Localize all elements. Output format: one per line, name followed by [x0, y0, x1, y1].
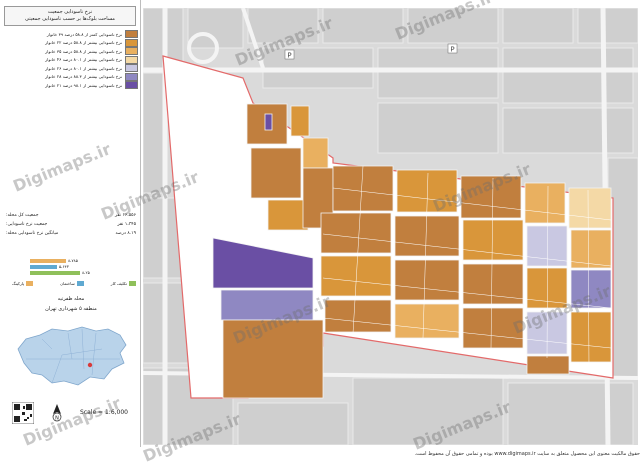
- legend-swatch: [125, 72, 138, 81]
- legend-swatch: [125, 47, 138, 56]
- stat-value: ۸.۱۹ درصد: [115, 231, 136, 236]
- stat-bars: ۸،۷۸۵ ۵،۶۴۳ ۸،۲۵: [30, 258, 110, 276]
- legend-item: نرخ ناسودایی بیشتر از ۵۸.۸ درصد ۲۲ خانوا…: [10, 38, 138, 48]
- map-title: نرخ ناسودایی جمعیت: [47, 9, 93, 15]
- scale-label: Scale = 1:6,000: [80, 409, 128, 416]
- legend-label: نرخ ناسودایی بیشتر از ۸۸.۳ درصد ۲۸ خانوا…: [45, 74, 122, 80]
- legend-swatch: [125, 64, 138, 73]
- map-view[interactable]: P P: [143, 8, 638, 445]
- bar-row: ۸،۷۸۵: [30, 258, 110, 263]
- legend-item: نرخ ناسودایی بیشتر از ۸۰.۱ درصد ۲۶ خانوا…: [10, 64, 138, 73]
- legend-swatch: [125, 30, 138, 39]
- stat-row: جمعیت کل محله: ۱۶،۵۵۶ نفر: [6, 213, 136, 222]
- bar-row: ۸،۲۵: [30, 270, 110, 275]
- legend-list: نرخ ناسودایی کمتر از ۵۸.۸ درصد ۳۹ خانوار…: [10, 30, 138, 90]
- type-label: تکلیف کار: [110, 281, 127, 286]
- bar-value: ۸،۲۵: [82, 270, 90, 275]
- copyright-text: حقوق مالکیت معنوی این محصول متعلق به سای…: [414, 451, 640, 457]
- legend-item: نرخ ناسودایی بیشتر از ۸۰.۱ درصد ۴۶ خانوا…: [10, 55, 138, 65]
- map-title-box: نرخ ناسودایی جمعیت مساحت بلوک‌ها بر حسب …: [4, 6, 136, 26]
- type-label: پارکینگ: [12, 281, 25, 286]
- legend-swatch: [125, 81, 138, 90]
- legend-item: نرخ ناسودایی بیشتر از ۵۸.۸ درصد ۳۵ خانوا…: [10, 47, 138, 56]
- legend-swatch: [125, 55, 138, 64]
- stat-bar: [30, 270, 80, 275]
- map-footer: N Scale = 1:6,000: [4, 398, 136, 442]
- legend-label: نرخ ناسودایی کمتر از ۵۸.۸ درصد ۳۹ خانوار: [46, 31, 122, 37]
- stat-bar: [30, 264, 57, 269]
- stats-block: جمعیت کل محله: ۱۶،۵۵۶ نفر جمعیت نرخ ناسود…: [6, 213, 136, 240]
- svg-text:P: P: [450, 46, 454, 54]
- stat-label: جمعیت نرخ ناسودایی:: [6, 222, 48, 227]
- stat-value: ۱۶،۵۵۶ نفر: [115, 213, 136, 218]
- legend-label: نرخ ناسودایی بیشتر از ۸۰.۱ درصد ۲۶ خانوا…: [45, 65, 122, 71]
- type-legend: تکلیف کار ساختمان پارکینگ: [12, 281, 136, 286]
- bar-row: ۵،۶۴۳: [30, 264, 110, 269]
- legend-item: نرخ ناسودایی بیشتر از ۸۸.۳ درصد ۲۸ خانوا…: [10, 72, 138, 82]
- legend-label: نرخ ناسودایی بیشتر از ۸۰.۱ درصد ۴۶ خانوا…: [45, 57, 122, 63]
- stat-row: جمعیت نرخ ناسودایی: ۱،۳۴۵ نفر: [6, 222, 136, 231]
- tehran-minimap: [12, 319, 132, 393]
- map-subtitle: مساحت بلوک‌ها بر حسب ناسودایی جمعیتی: [25, 16, 115, 22]
- stat-label: جمعیت کل محله:: [6, 213, 39, 218]
- legend-item: نرخ ناسودایی کمتر از ۵۸.۸ درصد ۳۹ خانوار: [10, 30, 138, 39]
- map-canvas: P P: [143, 8, 638, 445]
- type-swatch: [129, 281, 136, 286]
- bar-value: ۸،۷۸۵: [68, 258, 78, 263]
- svg-text:P: P: [287, 52, 291, 60]
- bar-value: ۵،۶۴۳: [59, 264, 69, 269]
- legend-label: نرخ ناسودایی بیشتر از ۵۸.۸ درصد ۳۵ خانوا…: [45, 48, 122, 54]
- type-item: پارکینگ: [12, 281, 34, 286]
- legend-item: نرخ ناسودایی بیشتر از ۹۸.۱ درصد ۲۱ خانوا…: [10, 81, 138, 90]
- type-label: ساختمان: [60, 281, 75, 286]
- legend-label: نرخ ناسودایی بیشتر از ۵۸.۸ درصد ۲۲ خانوا…: [45, 40, 122, 46]
- stat-bar: [30, 258, 66, 263]
- legend-label: نرخ ناسودایی بیشتر از ۹۸.۱ درصد ۲۱ خانوا…: [45, 82, 122, 88]
- stat-row: میانگین نرخ ناسودایی محله: ۸.۱۹ درصد: [6, 231, 136, 240]
- location-marker: [87, 362, 93, 368]
- stat-value: ۱،۳۴۵ نفر: [117, 222, 136, 227]
- type-item: ساختمان: [60, 281, 84, 286]
- type-item: تکلیف کار: [111, 281, 136, 286]
- north-arrow-icon: N: [52, 404, 62, 422]
- region-title: محله ظفرتیه: [57, 296, 85, 302]
- type-swatch: [26, 281, 34, 286]
- legend-swatch: [125, 38, 138, 47]
- svg-text:N: N: [55, 416, 59, 422]
- legend-panel: نرخ ناسودایی جمعیت مساحت بلوک‌ها بر حسب …: [0, 0, 141, 447]
- qr-code-icon: [12, 402, 34, 424]
- region-subtitle: منطقه ۵ شهرداری تهران: [45, 306, 97, 312]
- type-swatch: [76, 281, 84, 286]
- stat-label: میانگین نرخ ناسودایی محله:: [6, 231, 59, 236]
